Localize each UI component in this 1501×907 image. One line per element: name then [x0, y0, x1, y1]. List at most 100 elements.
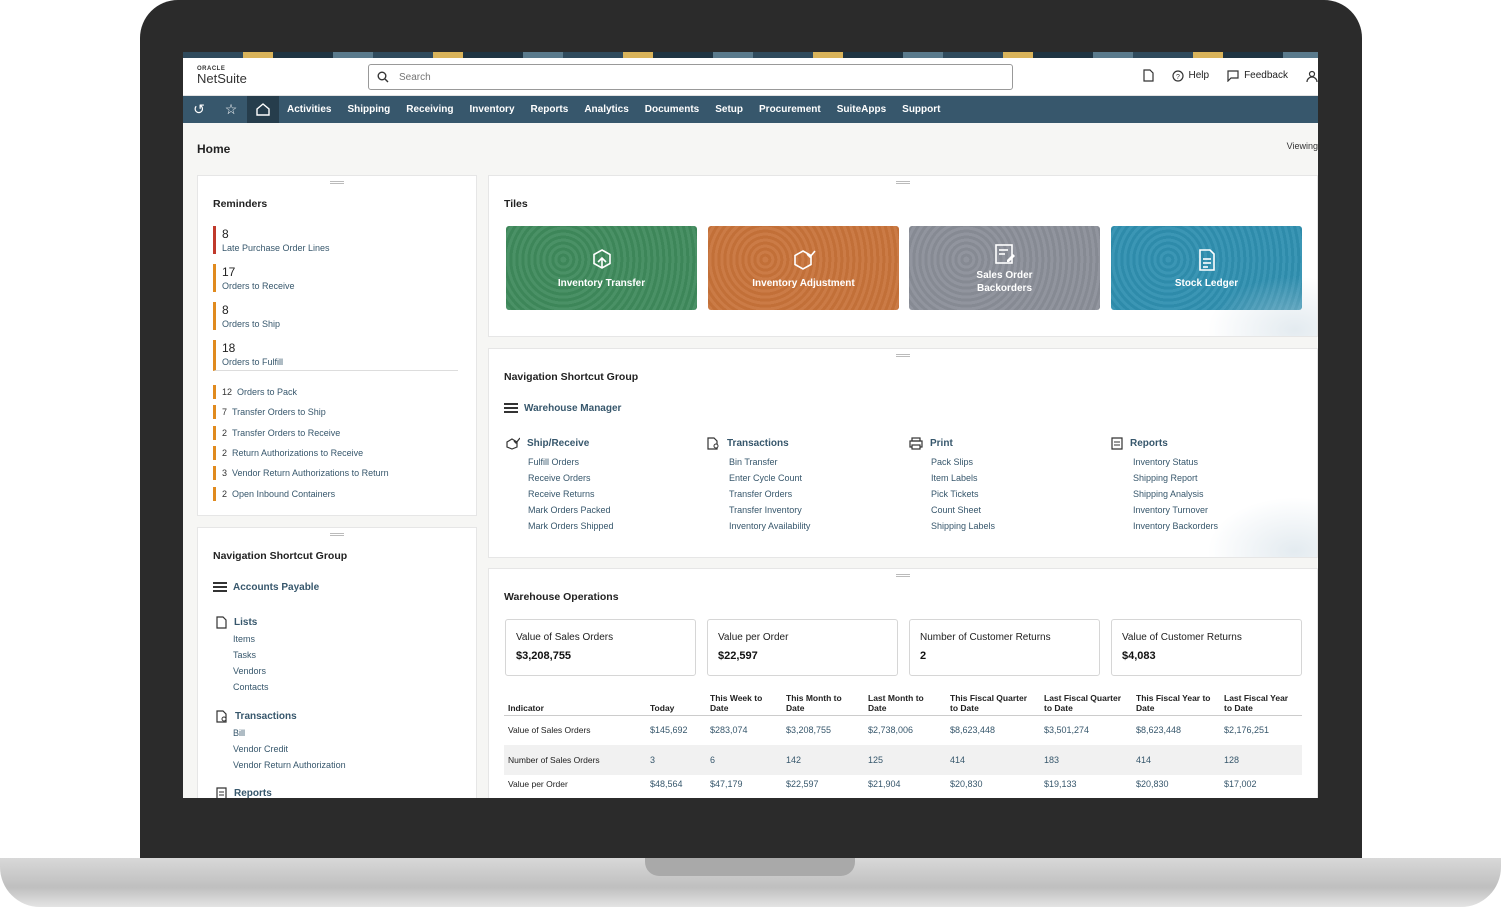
- table-cell[interactable]: $3,501,274: [1040, 715, 1132, 745]
- table-row[interactable]: Value of Sales Orders $145,692 $283,074 …: [504, 715, 1302, 745]
- reminder-orders-to-ship[interactable]: 8 Orders to Ship: [213, 302, 458, 330]
- link-pack-slips[interactable]: Pack Slips: [931, 454, 995, 470]
- table-cell[interactable]: $2,738,006: [864, 715, 946, 745]
- reports-header[interactable]: Reports: [216, 787, 272, 798]
- table-cell[interactable]: $283,074: [706, 715, 782, 745]
- nav-receiving[interactable]: Receiving: [398, 104, 461, 115]
- tile-inventory-adjustment[interactable]: Inventory Adjustment: [708, 226, 899, 310]
- transactions-header[interactable]: Transactions: [216, 710, 346, 723]
- reminder-orders-to-fulfill[interactable]: 18 Orders to Fulfill: [213, 340, 458, 371]
- link-contacts[interactable]: Contacts: [233, 679, 269, 695]
- recent-button[interactable]: ↺: [183, 96, 215, 123]
- table-cell[interactable]: $21,904: [864, 775, 946, 793]
- drag-handle[interactable]: [896, 354, 910, 357]
- drag-handle[interactable]: [896, 181, 910, 184]
- table-cell[interactable]: 128: [1220, 745, 1302, 775]
- table-cell[interactable]: $22,597: [782, 775, 864, 793]
- link-inventory-turnover[interactable]: Inventory Turnover: [1133, 502, 1218, 518]
- link-fulfill-orders[interactable]: Fulfill Orders: [528, 454, 614, 470]
- reports-header[interactable]: Reports: [1111, 437, 1218, 450]
- feedback-button[interactable]: Feedback: [1227, 69, 1288, 82]
- print-header[interactable]: Print: [909, 437, 995, 450]
- table-cell[interactable]: 142: [782, 745, 864, 775]
- table-cell[interactable]: $8,623,448: [946, 715, 1040, 745]
- transactions-header[interactable]: Transactions: [707, 437, 810, 450]
- table-cell[interactable]: $20,830: [946, 775, 1040, 793]
- link-enter-cycle-count[interactable]: Enter Cycle Count: [729, 470, 810, 486]
- table-cell[interactable]: 6: [706, 745, 782, 775]
- home-button[interactable]: [247, 96, 279, 123]
- table-cell[interactable]: $2,176,251: [1220, 715, 1302, 745]
- reminder-orders-to-pack[interactable]: 12 Orders to Pack: [213, 385, 297, 399]
- link-inventory-backorders[interactable]: Inventory Backorders: [1133, 518, 1218, 534]
- user-menu-button[interactable]: [1306, 70, 1318, 82]
- table-row[interactable]: Value per Order $48,564 $47,179 $22,597 …: [504, 775, 1302, 793]
- table-cell[interactable]: $8,623,448: [1132, 715, 1220, 745]
- link-receive-returns[interactable]: Receive Returns: [528, 486, 614, 502]
- reminder-vendor-return-authorizations[interactable]: 3 Vendor Return Authorizations to Return: [213, 466, 389, 480]
- lists-header[interactable]: Lists: [216, 616, 269, 629]
- global-search[interactable]: [368, 64, 1013, 90]
- help-button[interactable]: ? Help: [1171, 69, 1209, 82]
- column-header[interactable]: Last Month to Date: [864, 687, 946, 716]
- link-shipping-report[interactable]: Shipping Report: [1133, 470, 1218, 486]
- table-cell[interactable]: 414: [1132, 745, 1220, 775]
- table-cell[interactable]: 3: [646, 745, 706, 775]
- link-shipping-analysis[interactable]: Shipping Analysis: [1133, 486, 1218, 502]
- reminder-open-inbound-containers[interactable]: 2 Open Inbound Containers: [213, 487, 335, 501]
- ship-receive-header[interactable]: Ship/Receive: [506, 437, 614, 450]
- kpi-value-per-order[interactable]: Value per Order $22,597: [707, 619, 898, 676]
- link-items[interactable]: Items: [233, 631, 269, 647]
- link-inventory-availability[interactable]: Inventory Availability: [729, 518, 810, 534]
- link-receive-orders[interactable]: Receive Orders: [528, 470, 614, 486]
- tile-inventory-transfer[interactable]: Inventory Transfer: [506, 226, 697, 310]
- nav-setup[interactable]: Setup: [707, 104, 751, 115]
- table-cell[interactable]: $3,208,755: [782, 715, 864, 745]
- column-header[interactable]: Last Fiscal Quarter to Date: [1040, 687, 1132, 716]
- search-input[interactable]: [399, 71, 979, 83]
- column-header[interactable]: This Fiscal Year to Date: [1132, 687, 1220, 716]
- reminder-transfer-orders-to-receive[interactable]: 2 Transfer Orders to Receive: [213, 426, 340, 440]
- column-header[interactable]: This Fiscal Quarter to Date: [946, 687, 1040, 716]
- table-cell[interactable]: $19,133: [1040, 775, 1132, 793]
- table-cell[interactable]: $48,564: [646, 775, 706, 793]
- recent-records-button[interactable]: [1142, 69, 1154, 82]
- nav-suiteapps[interactable]: SuiteApps: [829, 104, 894, 115]
- tile-sales-order-backorders[interactable]: Sales Order Backorders: [909, 226, 1100, 310]
- link-mark-orders-shipped[interactable]: Mark Orders Shipped: [528, 518, 614, 534]
- nav-inventory[interactable]: Inventory: [462, 104, 523, 115]
- favorites-button[interactable]: ☆: [215, 96, 247, 123]
- accounts-payable-group[interactable]: Accounts Payable: [213, 582, 319, 593]
- column-header[interactable]: This Week to Date: [706, 687, 782, 716]
- table-cell[interactable]: $47,179: [706, 775, 782, 793]
- column-header[interactable]: Indicator: [504, 687, 646, 716]
- nav-shipping[interactable]: Shipping: [339, 104, 398, 115]
- link-pick-tickets[interactable]: Pick Tickets: [931, 486, 995, 502]
- drag-handle[interactable]: [330, 533, 344, 536]
- link-item-labels[interactable]: Item Labels: [931, 470, 995, 486]
- column-header[interactable]: Today: [646, 687, 706, 716]
- link-mark-orders-packed[interactable]: Mark Orders Packed: [528, 502, 614, 518]
- link-bin-transfer[interactable]: Bin Transfer: [729, 454, 810, 470]
- reminder-transfer-orders-to-ship[interactable]: 7 Transfer Orders to Ship: [213, 405, 326, 419]
- kpi-value-of-sales-orders[interactable]: Value of Sales Orders $3,208,755: [505, 619, 696, 676]
- table-cell[interactable]: $17,002: [1220, 775, 1302, 793]
- nav-documents[interactable]: Documents: [637, 104, 707, 115]
- kpi-number-of-customer-returns[interactable]: Number of Customer Returns 2: [909, 619, 1100, 676]
- link-vendors[interactable]: Vendors: [233, 663, 269, 679]
- nav-reports[interactable]: Reports: [523, 104, 577, 115]
- warehouse-manager-group[interactable]: Warehouse Manager: [504, 403, 621, 414]
- link-tasks[interactable]: Tasks: [233, 647, 269, 663]
- link-transfer-orders[interactable]: Transfer Orders: [729, 486, 810, 502]
- nav-analytics[interactable]: Analytics: [576, 104, 636, 115]
- table-cell[interactable]: 183: [1040, 745, 1132, 775]
- table-cell[interactable]: 414: [946, 745, 1040, 775]
- reminder-late-po-lines[interactable]: 8 Late Purchase Order Lines: [213, 226, 458, 254]
- netsuite-logo[interactable]: ORACLE NetSuite: [197, 66, 247, 85]
- nav-support[interactable]: Support: [894, 104, 948, 115]
- column-header[interactable]: Last Fiscal Year to Date: [1220, 687, 1302, 716]
- table-cell[interactable]: $20,830: [1132, 775, 1220, 793]
- link-vendor-credit[interactable]: Vendor Credit: [233, 741, 346, 757]
- table-cell[interactable]: 125: [864, 745, 946, 775]
- table-row[interactable]: Number of Sales Orders 3 6 142 125 414 1…: [504, 745, 1302, 775]
